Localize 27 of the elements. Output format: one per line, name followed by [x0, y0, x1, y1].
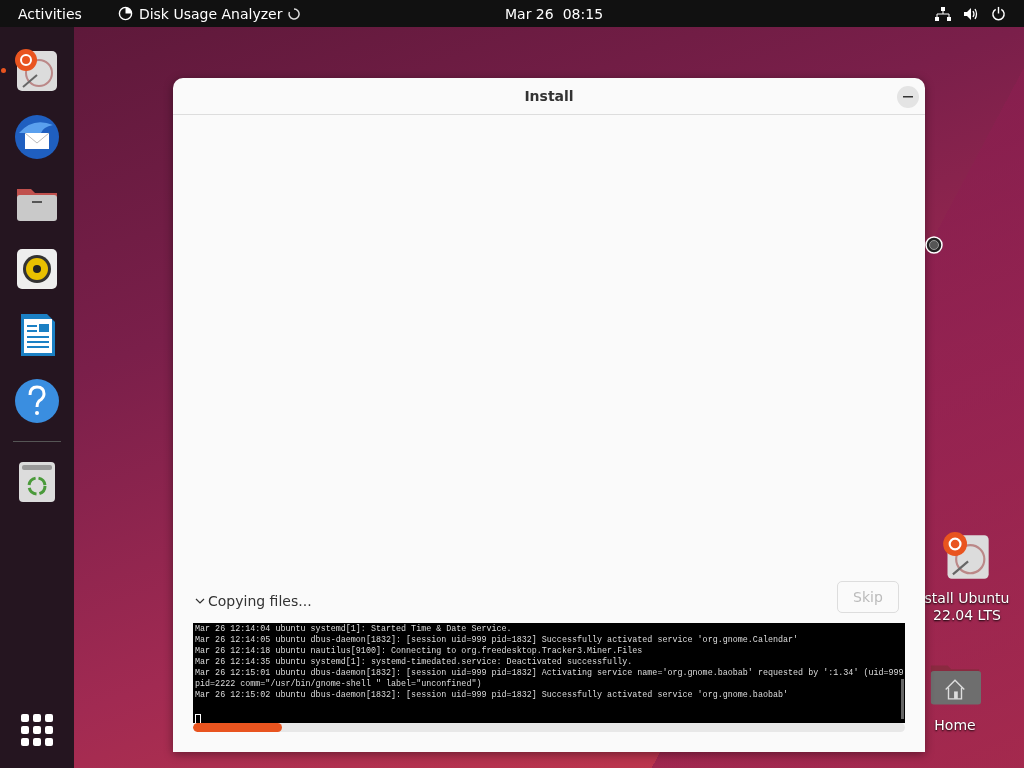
log-line: Mar 26 12:15:01 ubuntu dbus-daemon[1832]: [session uid=999 pid=1832] Activating service name='org.gnome.baobab' requested by ':1.34' (uid=999 [195, 668, 903, 679]
desktop-icon-label[interactable]: 22.04 LTS [933, 607, 1001, 624]
network-icon[interactable] [935, 6, 951, 21]
status-label: Copying files... [208, 593, 312, 609]
log-line: Mar 26 12:14:04 ubuntu systemd[1]: Started Time & Date Service. [195, 624, 513, 635]
log-line: Mar 26 12:15:02 ubuntu dbus-daemon[1832]: [session uid=999 pid=1832] Successfully activated service 'org.gnome.baobab' [195, 690, 790, 701]
desktop-icon-label[interactable]: stall Ubuntu [924, 590, 1010, 607]
scrollbar[interactable] [901, 679, 904, 719]
power-icon[interactable] [991, 6, 1006, 21]
log-line: pid=2222 comm="/usr/bin/gnome-shell " label="unconfined") [195, 679, 483, 690]
pie-chart-icon [117, 6, 133, 21]
log-line: Mar 26 12:14:18 ubuntu nautilus[9100]: Connecting to org.freedesktop.Tracker3.Miner.Files [195, 646, 644, 657]
minimize-icon [903, 96, 913, 98]
activities-button[interactable]: Activities [18, 5, 82, 22]
log-line: Mar 26 12:14:35 ubuntu systemd[1]: systemd-timedated.service: Deactivated successfully. [195, 657, 634, 668]
mail-bird-icon[interactable] [13, 113, 61, 161]
app-menu-label[interactable]: Disk Usage Analyzer [138, 5, 283, 22]
window-title: Install [524, 88, 574, 104]
date-label[interactable]: Mar 26 [505, 5, 554, 22]
volume-icon[interactable] [963, 6, 979, 21]
minimize-button[interactable] [897, 86, 919, 108]
desktop-icon-label[interactable]: Home [934, 717, 976, 734]
help-icon[interactable] [13, 377, 61, 425]
time-label[interactable]: 08:15 [562, 5, 604, 22]
details-expander[interactable]: Copying files... [195, 585, 312, 609]
log-line: Mar 26 12:14:05 ubuntu dbus-daemon[1832]: [session uid=999 pid=1832] Successfully activated service 'org.gnome.Calendar' [195, 635, 800, 646]
app-grid-icon[interactable] [21, 714, 53, 746]
